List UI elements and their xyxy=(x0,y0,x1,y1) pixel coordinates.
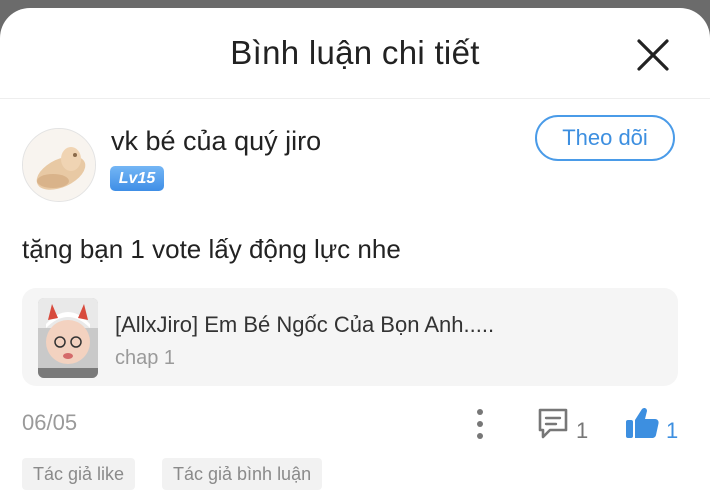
like-count: 1 xyxy=(666,418,679,443)
thumbs-up-icon[interactable] xyxy=(624,405,660,441)
username[interactable]: vk bé của quý jiro xyxy=(111,126,321,157)
avatar-image xyxy=(23,129,95,201)
story-chapter: chap 1 xyxy=(115,347,176,369)
sheet-header: Bình luận chi tiết xyxy=(0,8,710,99)
comment-icon[interactable] xyxy=(536,406,570,440)
level-badge: Lv15 xyxy=(110,166,164,191)
page-title: Bình luận chi tiết xyxy=(230,34,480,71)
comment-text: tặng bạn 1 vote lấy động lực nhe xyxy=(22,234,401,264)
avatar[interactable] xyxy=(22,128,96,202)
comment-detail-sheet: Bình luận chi tiết vk bé của quý jiro Lv… xyxy=(0,8,710,497)
story-card[interactable]: [AllxJiro] Em Bé Ngốc Của Bọn Anh..... c… xyxy=(22,288,678,386)
story-cover-image xyxy=(38,298,98,378)
story-title: [AllxJiro] Em Bé Ngốc Của Bọn Anh..... xyxy=(115,312,495,337)
author-liked-tag: Tác giả like xyxy=(22,458,136,490)
more-vertical-icon[interactable] xyxy=(470,406,490,442)
close-icon[interactable] xyxy=(636,38,670,72)
author-commented-tag: Tác giả bình luận xyxy=(162,458,323,490)
comment-date: 06/05 xyxy=(22,410,78,435)
reply-count: 1 xyxy=(576,418,589,443)
follow-button[interactable]: Theo dõi xyxy=(535,115,675,161)
